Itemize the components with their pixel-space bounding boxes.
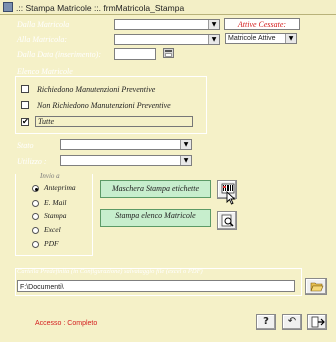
chevron-down-icon[interactable]: ▼ [208,20,219,29]
attive-cessate-label: Attive Cessate: [237,20,287,29]
richiedono-checkbox[interactable] [21,85,29,93]
radio-stampa-label: Stampa [44,211,67,220]
undo-button[interactable]: ↶ [282,314,302,330]
accesso-status: Accesso : Completo [35,320,98,327]
tutte-label: Tutte [38,117,55,126]
chevron-down-icon[interactable]: ▼ [180,156,191,165]
dalla-matricola-label: Dalla Matricola [17,20,70,29]
stato-combo[interactable]: ▼ [60,139,192,150]
tutte-field: Tutte [35,116,193,127]
radio-pdf[interactable] [32,241,39,248]
alla-matricola-label: Alla Matricola: [17,35,67,44]
folder-open-icon [310,282,324,292]
elenco-matricole-title: Elenco Matricole [17,67,73,76]
browse-folder-button[interactable] [305,278,327,295]
attive-cessate-combo[interactable]: Matricole Attive ▼ [225,33,297,44]
mouse-cursor-icon [226,191,236,205]
non-richiedono-label: Non Richiedono Manutenzioni Preventive [37,101,171,110]
attive-cessate-box: Attive Cessate: [224,18,300,30]
stampa-elenco-matricole[interactable]: Stampa elenco Matricole [100,209,211,227]
tutte-checkbox[interactable] [21,117,29,126]
cartella-label: Cartella Predefinita (in Configurazione)… [17,268,203,275]
exit-button[interactable] [307,314,327,330]
richiedono-label: Richiedono Manutenzioni Preventive [37,85,156,94]
maschera-label: Maschera Stampa etichette [111,184,200,193]
radio-excel-label: Excel [44,225,61,234]
calendar-icon[interactable] [163,48,174,58]
invio-title: Invio a [40,172,60,180]
radio-excel[interactable] [32,227,39,234]
radio-anteprima[interactable] [32,185,39,192]
undo-icon: ↶ [287,316,297,327]
window-titlebar: .:: Stampa Matricole ::. frmMatricola_St… [0,0,336,15]
non-richiedono-checkbox[interactable] [21,101,29,109]
dalla-matricola-combo[interactable]: ▼ [114,19,220,30]
alla-matricola-combo[interactable]: ▼ [114,34,220,45]
chevron-down-icon[interactable]: ▼ [180,140,191,149]
radio-stampa[interactable] [32,213,39,220]
stato-label: Stato [17,141,34,150]
chevron-down-icon[interactable]: ▼ [285,34,296,43]
magnifier-icon [221,214,234,227]
maschera-stampa-etichette[interactable]: Maschera Stampa etichette [100,180,211,198]
exit-door-icon [311,316,325,328]
radio-anteprima-label: Anteprima [44,183,76,192]
help-button[interactable]: ? [256,314,276,330]
help-icon: ? [263,316,269,327]
utilizzo-combo[interactable]: ▼ [60,155,192,166]
stampa-elenco-label: Stampa elenco Matricole [115,211,196,220]
utilizzo-label: Utilizzo : [17,157,47,166]
dalla-data-label: Dalla Data (inserimento): [17,50,101,59]
dalla-data-input[interactable] [114,48,156,60]
window-title: .:: Stampa Matricole ::. frmMatricola_St… [16,3,185,13]
cartella-path-input[interactable]: F:\Documenti\ [17,280,295,292]
radio-email[interactable] [32,200,39,207]
preview-button[interactable] [217,211,237,230]
cartella-path-value: F:\Documenti\ [20,284,64,291]
chevron-down-icon[interactable]: ▼ [208,35,219,44]
radio-email-label: E. Mail [44,198,67,207]
app-icon [3,2,13,12]
radio-pdf-label: PDF [44,239,59,248]
